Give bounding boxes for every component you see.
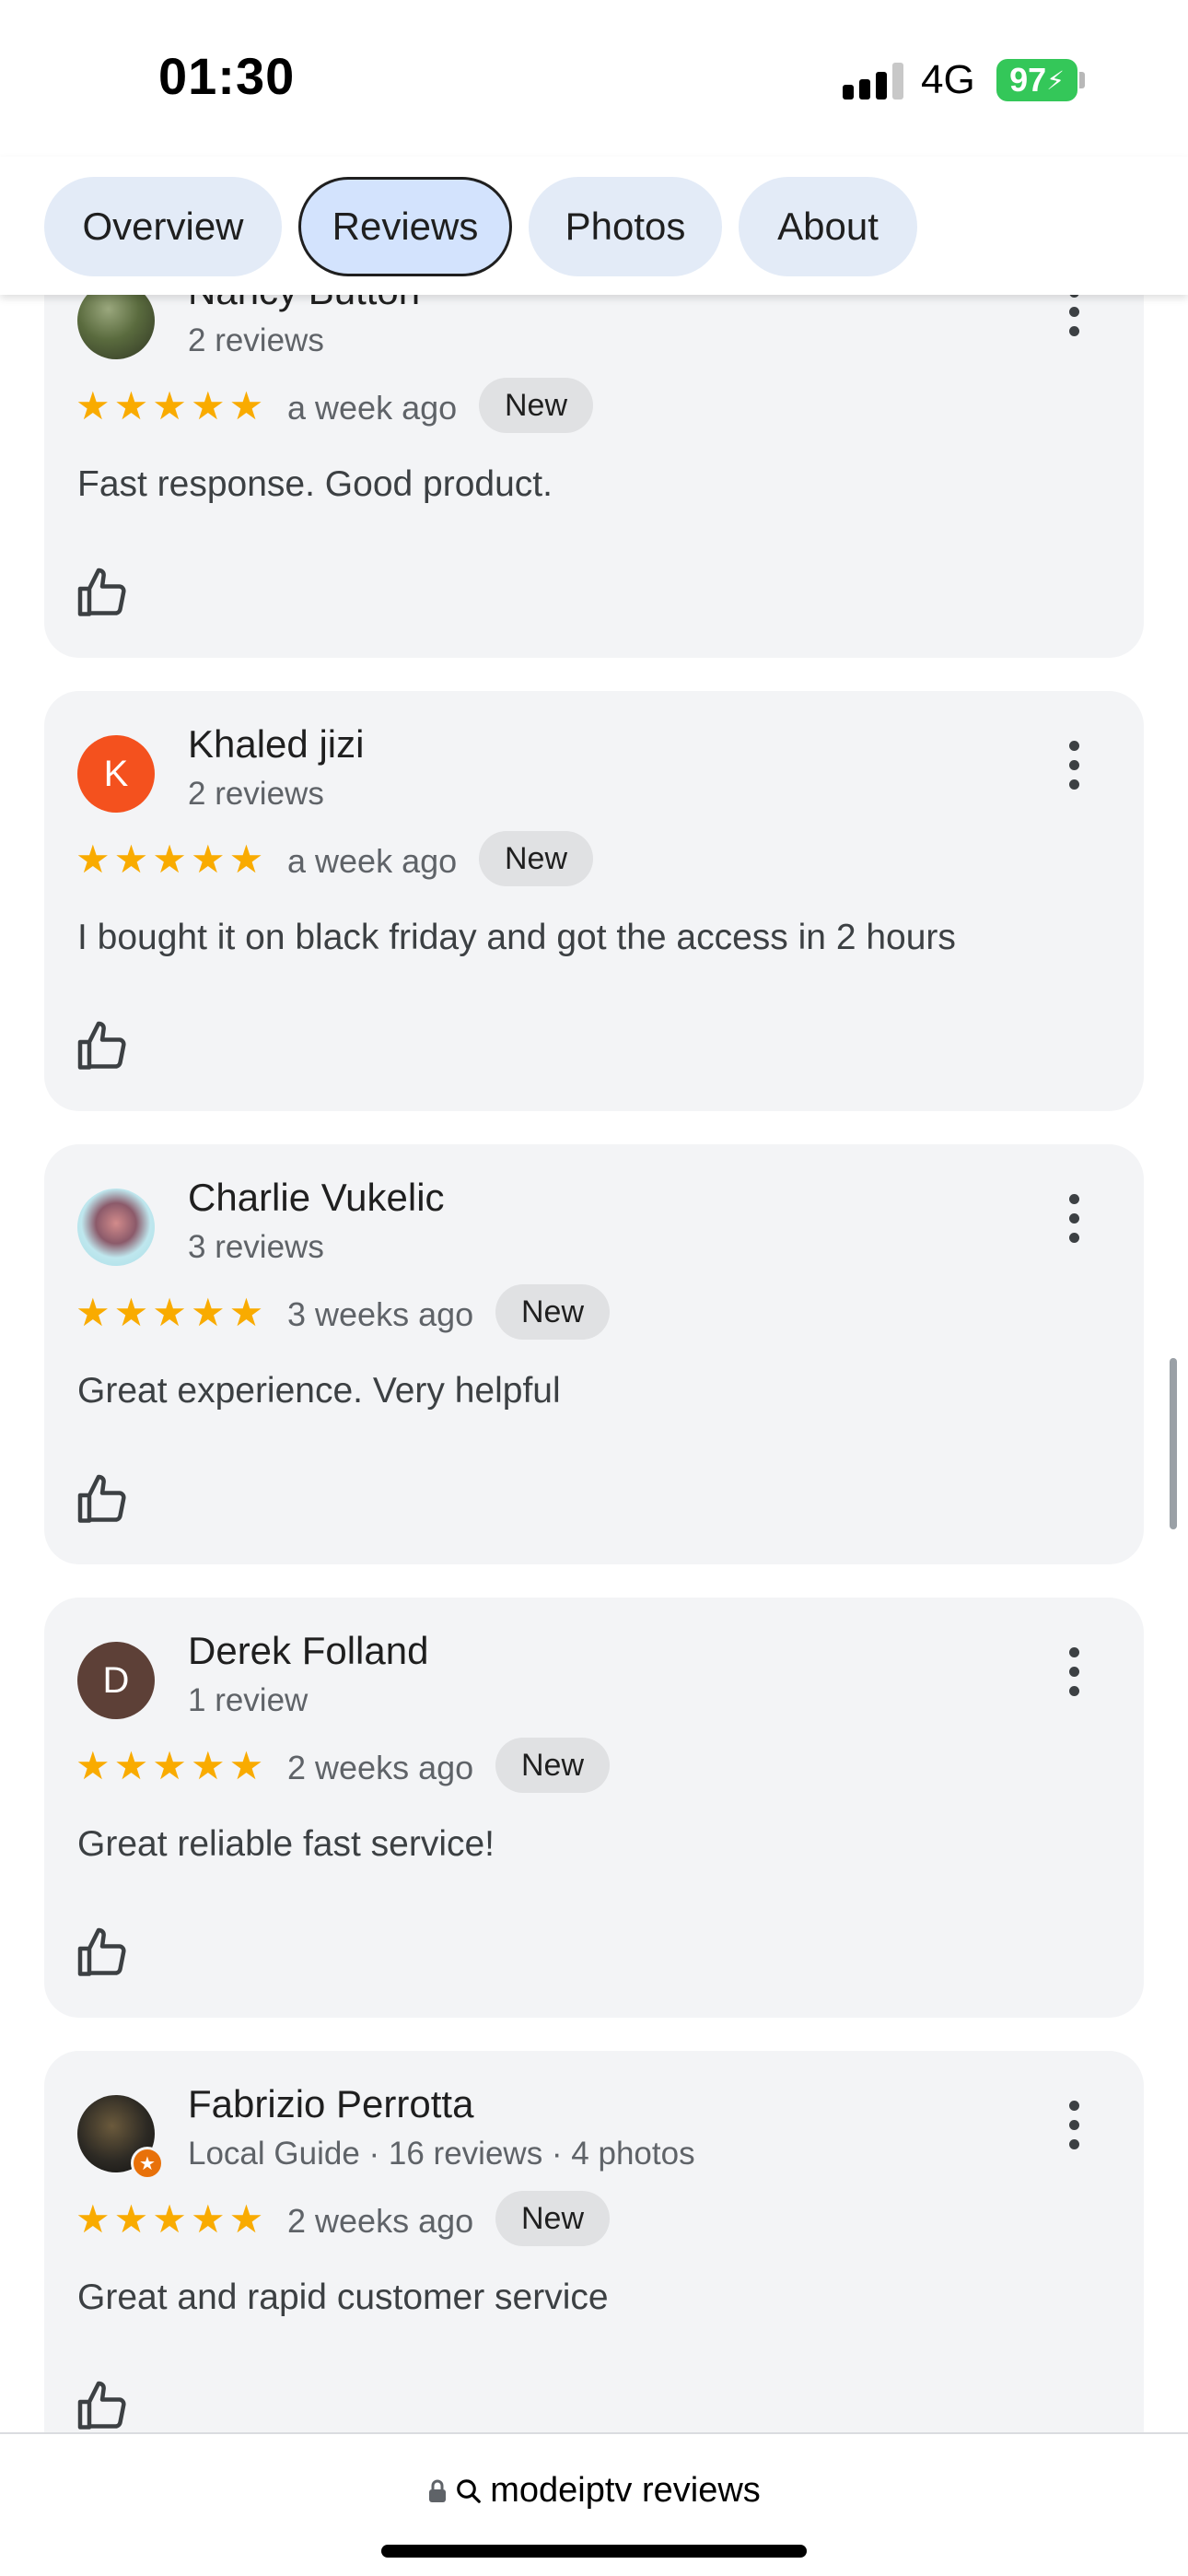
star-rating: ★★★★★ — [76, 384, 268, 427]
tab-reviews[interactable]: Reviews — [298, 177, 512, 276]
clock: 01:30 — [158, 47, 296, 105]
avatar[interactable] — [77, 1188, 155, 1266]
thumbs-up-icon[interactable] — [76, 1472, 131, 1528]
review-card: Charlie Vukelic 3 reviews ★★★★★ 3 weeks … — [44, 1144, 1144, 1564]
thumbs-up-icon[interactable] — [76, 1926, 131, 1981]
tab-photos[interactable]: Photos — [529, 177, 722, 276]
review-date: 3 weeks ago — [287, 1295, 474, 1333]
address-bar[interactable]: modeiptv reviews — [0, 2432, 1188, 2576]
reviewer-meta: 2 reviews — [188, 322, 324, 358]
more-options-icon[interactable] — [1066, 1194, 1081, 1244]
network-type: 4G — [921, 57, 975, 102]
review-date: a week ago — [287, 389, 458, 427]
status-bar: 01:30 4G 97 ⚡ — [0, 0, 1188, 157]
lock-icon — [429, 2479, 447, 2502]
review-card: Nancy Button 2 reviews ★★★★★ a week ago … — [44, 238, 1144, 658]
avatar[interactable]: D — [77, 1642, 155, 1719]
review-date: a week ago — [287, 842, 458, 880]
star-rating: ★★★★★ — [76, 1744, 268, 1787]
local-guide-star-icon: ★ — [131, 2147, 164, 2180]
reviewer-name[interactable]: Khaled jizi — [188, 722, 364, 767]
more-options-icon[interactable] — [1066, 2101, 1081, 2150]
more-options-icon[interactable] — [1066, 741, 1081, 790]
more-options-icon[interactable] — [1066, 287, 1081, 337]
thumbs-up-icon[interactable] — [76, 566, 131, 621]
review-text: Great reliable fast service! — [77, 1824, 495, 1864]
reviewer-meta: 1 review — [188, 1682, 309, 1718]
review-date: 2 weeks ago — [287, 1749, 474, 1786]
review-text: Fast response. Good product. — [77, 464, 553, 504]
reviews-feed: Nancy Button 2 reviews ★★★★★ a week ago … — [0, 0, 1188, 2576]
new-badge: New — [495, 2191, 610, 2246]
more-options-icon[interactable] — [1066, 1647, 1081, 1697]
review-card: D Derek Folland 1 review ★★★★★ 2 weeks a… — [44, 1598, 1144, 2018]
star-rating: ★★★★★ — [76, 837, 268, 881]
reviewer-meta: 2 reviews — [188, 776, 324, 812]
reviewer-name[interactable]: Fabrizio Perrotta — [188, 2082, 473, 2126]
reviewer-meta: Local Guide · 16 reviews · 4 photos — [188, 2136, 695, 2172]
home-indicator[interactable] — [381, 2545, 807, 2558]
review-text: Great and rapid customer service — [77, 2277, 609, 2317]
thumbs-up-icon[interactable] — [76, 1019, 131, 1074]
reviewer-meta: 3 reviews — [188, 1229, 324, 1265]
avatar[interactable]: K — [77, 735, 155, 813]
reviewer-name[interactable]: Charlie Vukelic — [188, 1176, 445, 1220]
new-badge: New — [479, 378, 593, 433]
new-badge: New — [495, 1738, 610, 1793]
tab-about[interactable]: About — [739, 177, 917, 276]
new-badge: New — [479, 831, 593, 886]
scrollbar[interactable] — [1170, 1358, 1177, 1529]
thumbs-up-icon[interactable] — [76, 2379, 131, 2434]
reviewer-name[interactable]: Derek Folland — [188, 1629, 428, 1673]
review-card: ★ Fabrizio Perrotta Local Guide · 16 rev… — [44, 2051, 1144, 2471]
battery-cap — [1079, 72, 1085, 88]
battery-icon: 97 ⚡ — [996, 59, 1077, 101]
battery-level: 97 — [1009, 61, 1047, 99]
new-badge: New — [495, 1284, 610, 1340]
star-rating: ★★★★★ — [76, 2197, 268, 2241]
review-text: Great experience. Very helpful — [77, 1371, 561, 1411]
tab-overview[interactable]: Overview — [44, 177, 282, 276]
review-date: 2 weeks ago — [287, 2202, 474, 2240]
star-rating: ★★★★★ — [76, 1291, 268, 1334]
tab-bar: Overview Reviews Photos About — [0, 157, 1188, 295]
url-text[interactable]: modeiptv reviews — [490, 2471, 761, 2511]
search-icon — [457, 2478, 482, 2503]
review-card: K Khaled jizi 2 reviews ★★★★★ a week ago… — [44, 691, 1144, 1111]
cellular-signal-icon — [843, 63, 903, 100]
review-text: I bought it on black friday and got the … — [77, 918, 956, 957]
